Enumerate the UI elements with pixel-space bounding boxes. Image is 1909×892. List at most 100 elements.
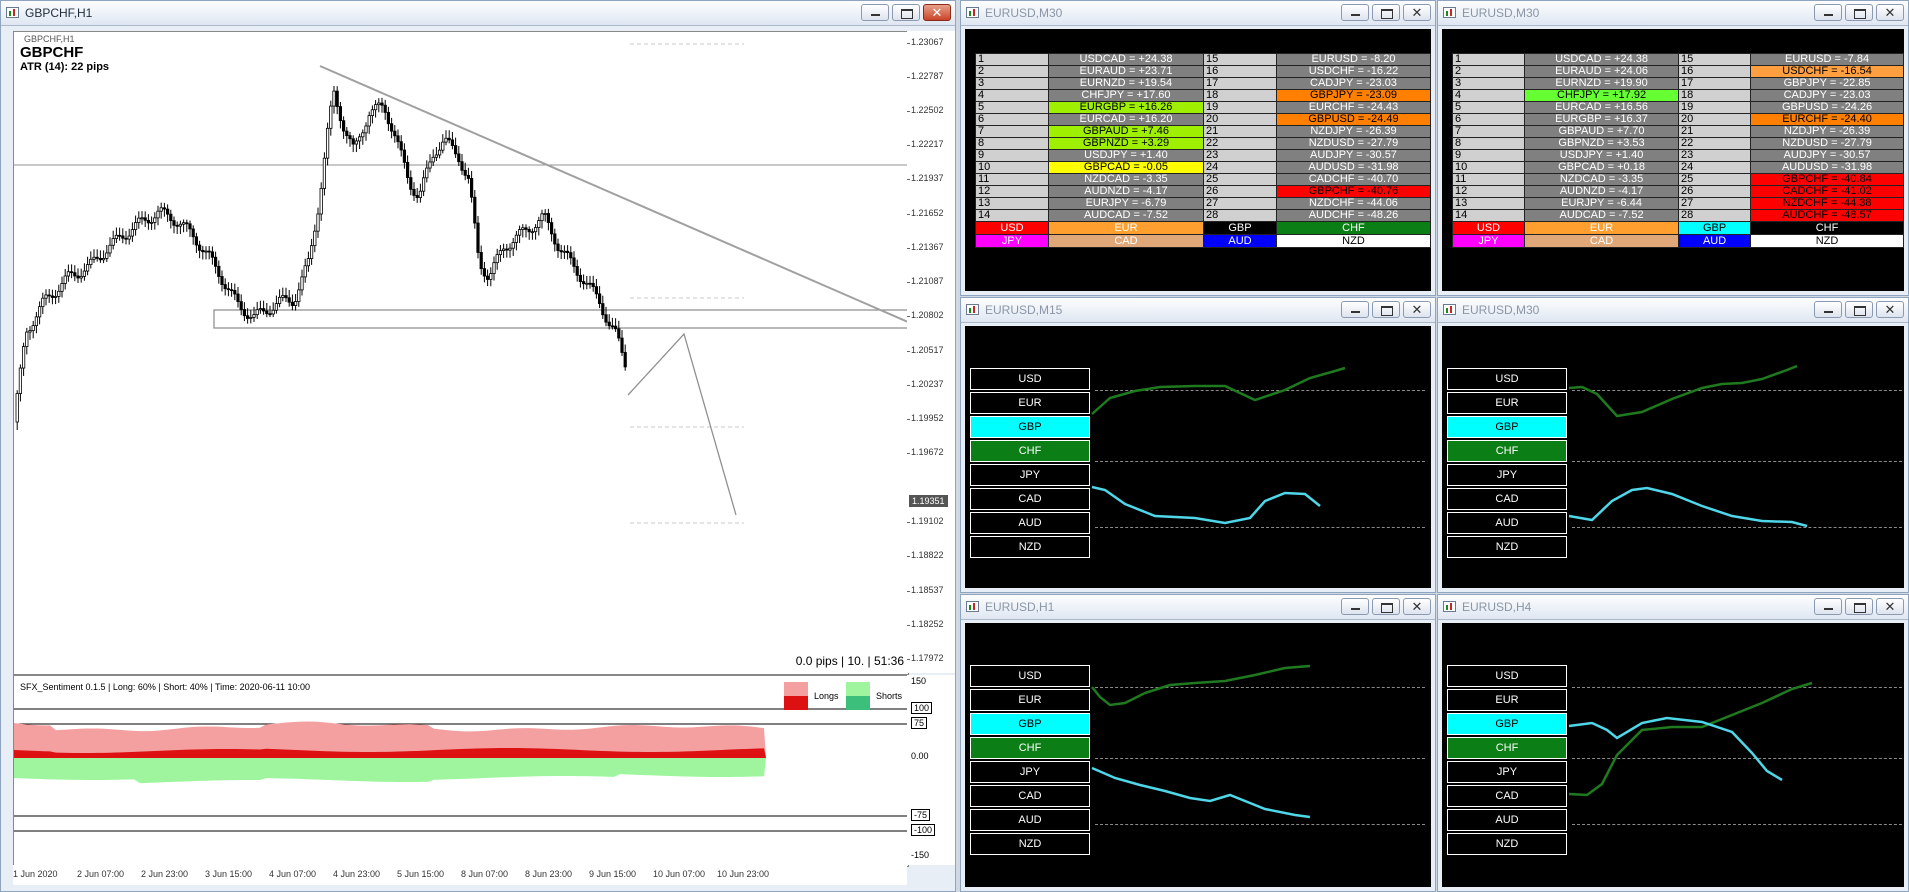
maximize-button[interactable] xyxy=(892,4,920,21)
candle-body xyxy=(614,325,618,330)
indicator-window-3[interactable]: EURUSD,M15 ✕ USD EUR GBP CHF JPY CAD AUD NZD xyxy=(960,297,1436,593)
indicator-window-titlebar[interactable]: EURUSD,H1 ✕ xyxy=(961,595,1435,620)
candle-body xyxy=(351,138,355,145)
candle-body xyxy=(239,301,243,310)
rank-number: 12 xyxy=(975,185,1049,198)
candle-body xyxy=(89,258,93,265)
sentiment-panel[interactable]: SFX_Sentiment 0.1.5 | Long: 60% | Short:… xyxy=(13,675,909,867)
sentiment-scale: 150 100 75 0.00 -75 -100 -150 xyxy=(907,675,955,865)
price-tick-label: 1.18537 xyxy=(911,585,944,595)
candle-body xyxy=(82,270,86,277)
minimize-button[interactable] xyxy=(1814,301,1842,318)
candle-body xyxy=(41,297,45,308)
price-tick-label: 1.21652 xyxy=(911,208,944,218)
indicator-window-5[interactable]: EURUSD,H1 ✕ USD EUR GBP CHF JPY CAD AUD NZD xyxy=(960,594,1436,892)
price-tick-mark xyxy=(907,282,910,283)
price-chart[interactable] xyxy=(14,32,908,674)
candle-body xyxy=(271,309,275,315)
table-row: 13 EURJPY = -6.44 27 NZDCHF = -44.38 xyxy=(1451,197,1904,210)
minimize-button[interactable] xyxy=(861,4,889,21)
indicator-chart-area[interactable]: USD EUR GBP CHF JPY CAD AUD NZD xyxy=(965,326,1431,588)
pair-value: USDCAD = +24.38 xyxy=(1524,53,1680,66)
indicator-window-2[interactable]: EURUSD,M30 ✕ 1 USDCAD = +24.38 15 EURUSD… xyxy=(1437,0,1909,296)
candle-body xyxy=(60,283,64,292)
indicator-window-titlebar[interactable]: EURUSD,M30 ✕ xyxy=(1438,298,1908,323)
time-axis[interactable]: 1 Jun 2020 2 Jun 07:00 2 Jun 23:00 3 Jun 15… xyxy=(13,865,907,885)
indicator-window-titlebar[interactable]: EURUSD,M30 ✕ xyxy=(1438,1,1908,26)
candle-body xyxy=(329,105,333,129)
maximize-button[interactable] xyxy=(1372,4,1400,21)
indicator-chart-area[interactable]: 1 USDCAD = +24.38 15 EURUSD = -8.20 2 EU… xyxy=(965,29,1431,291)
pair-value: EURAUD = +23.71 xyxy=(1047,65,1205,78)
price-tick-mark xyxy=(907,43,910,44)
candle-body xyxy=(293,301,298,306)
maximize-button[interactable] xyxy=(1372,598,1400,615)
close-button[interactable]: ✕ xyxy=(1403,598,1431,615)
pair-value: EURCHF = -24.40 xyxy=(1750,113,1904,126)
rank-number: 3 xyxy=(975,77,1049,90)
indicator-window-titlebar[interactable]: EURUSD,H4 ✕ xyxy=(1438,595,1908,620)
close-button[interactable]: ✕ xyxy=(1403,4,1431,21)
indicator-window-4[interactable]: EURUSD,M30 ✕ USD EUR GBP CHF JPY CAD AUD NZD xyxy=(1437,297,1909,593)
sentiment-level-label: -150 xyxy=(911,850,930,860)
shorts-area xyxy=(14,758,766,784)
currency-chip: CHF xyxy=(1750,221,1904,235)
indicator-window-title: EURUSD,M30 xyxy=(985,6,1063,20)
candle-body xyxy=(188,223,192,230)
main-chart-canvas[interactable]: GBPCHF,H1 GBPCHF ATR (14): 22 pips 0.0 p… xyxy=(13,31,909,675)
minimize-button[interactable] xyxy=(1814,4,1842,21)
legend-shorts-swatch-dark xyxy=(846,696,870,710)
candle-body xyxy=(124,237,128,240)
indicator-chart-area[interactable]: USD EUR GBP CHF JPY CAD AUD NZD xyxy=(1442,326,1904,588)
candle-body xyxy=(591,282,595,288)
pair-value: GBPNZD = +3.53 xyxy=(1524,137,1680,150)
maximize-button[interactable] xyxy=(1845,598,1873,615)
candle-body xyxy=(236,293,240,303)
candle-body xyxy=(498,250,503,256)
candle-body xyxy=(34,316,39,327)
minimize-button[interactable] xyxy=(1341,4,1369,21)
minimize-button[interactable] xyxy=(1341,598,1369,615)
sentiment-level-label: 150 xyxy=(911,676,927,686)
close-button[interactable]: ✕ xyxy=(1876,301,1904,318)
currency-chip: EUR xyxy=(1524,221,1680,235)
main-chart-window[interactable]: GBPCHF,H1 ✕ GBPCHF,H1 GBPCHF ATR (14): 2… xyxy=(0,0,956,892)
indicator-window-1[interactable]: EURUSD,M30 ✕ 1 USDCAD = +24.38 15 EURUSD… xyxy=(960,0,1436,296)
candle-body xyxy=(402,149,407,163)
candle-body xyxy=(405,161,410,178)
candle-body xyxy=(121,235,125,239)
candle-body xyxy=(431,156,435,163)
close-button[interactable]: ✕ xyxy=(923,4,951,21)
price-scale[interactable]: 1.23067 1.22787 1.22502 1.22217 1.21937 1.216… xyxy=(907,31,955,697)
minimize-button[interactable] xyxy=(1814,598,1842,615)
time-label: 4 Jun 07:00 xyxy=(269,869,317,879)
close-button[interactable]: ✕ xyxy=(1403,301,1431,318)
maximize-button[interactable] xyxy=(1372,301,1400,318)
indicator-window-6[interactable]: EURUSD,H4 ✕ USD EUR GBP CHF JPY CAD AUD NZD xyxy=(1437,594,1909,892)
candle-body xyxy=(111,238,115,246)
indicator-window-titlebar[interactable]: EURUSD,M15 ✕ xyxy=(961,298,1435,323)
pair-value: AUDNZD = -4.17 xyxy=(1047,185,1205,198)
indicator-window-titlebar[interactable]: EURUSD,M30 ✕ xyxy=(961,1,1435,26)
main-chart-titlebar[interactable]: GBPCHF,H1 ✕ xyxy=(1,1,955,26)
indicator-chart-area[interactable]: 1 USDCAD = +24.38 15 EURUSD = -7.84 2 EU… xyxy=(1442,29,1904,291)
candle-body xyxy=(453,145,458,155)
price-tick-mark xyxy=(907,556,910,557)
maximize-button[interactable] xyxy=(1845,301,1873,318)
candle-body xyxy=(44,294,48,299)
close-button[interactable]: ✕ xyxy=(1876,4,1904,21)
currency-legend-row: JPY CAD AUD NZD xyxy=(975,234,1431,248)
currency-chip: CHF xyxy=(1275,221,1431,235)
minimize-button[interactable] xyxy=(1341,301,1369,318)
candle-body xyxy=(210,251,214,258)
table-row: 10 GBPCAD = +0.18 24 AUDUSD = -31.98 xyxy=(1451,161,1904,174)
rank-number: 24 xyxy=(1678,161,1752,174)
indicator-chart-area[interactable]: USD EUR GBP CHF JPY CAD AUD NZD xyxy=(1442,623,1904,887)
candle-body xyxy=(105,252,109,259)
candle-body xyxy=(217,265,221,277)
rank-number: 28 xyxy=(1203,209,1277,222)
maximize-button[interactable] xyxy=(1845,4,1873,21)
indicator-chart-area[interactable]: USD EUR GBP CHF JPY CAD AUD NZD xyxy=(965,623,1431,887)
rank-number: 20 xyxy=(1678,113,1752,126)
close-button[interactable]: ✕ xyxy=(1876,598,1904,615)
